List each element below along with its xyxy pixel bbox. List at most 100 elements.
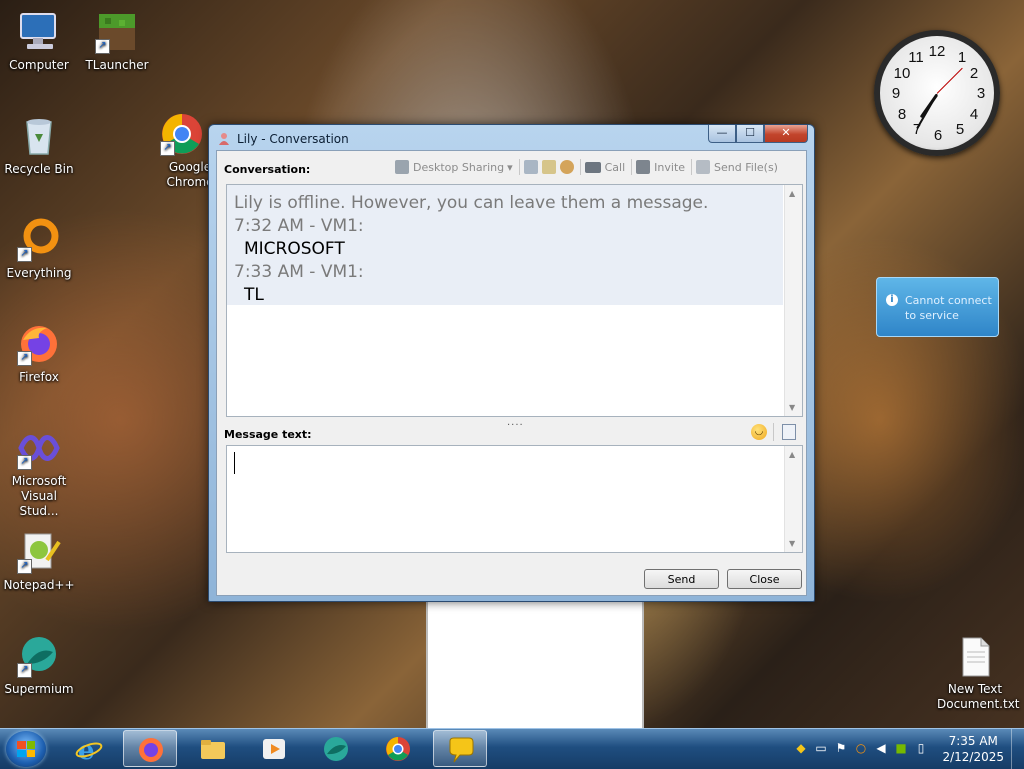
- send-button[interactable]: Send: [644, 569, 719, 589]
- system-tray: ◆ ▭ ⚑ ○ ◀ ■ ▯ 7:35 AM 2/12/2025: [784, 729, 1024, 769]
- firefox-icon: ↗: [17, 322, 61, 366]
- close-window-button[interactable]: ✕: [764, 125, 808, 143]
- clock-number: 3: [976, 85, 986, 102]
- clock-number: 11: [908, 49, 924, 66]
- scroll-down-icon[interactable]: ▼: [789, 403, 795, 412]
- conversation-history[interactable]: Lily is offline. However, you can leave …: [226, 184, 803, 417]
- desktop-icon-supermium[interactable]: ↗ Supermium: [1, 634, 77, 697]
- close-button[interactable]: Close: [727, 569, 802, 589]
- desktop-sharing-label: Desktop Sharing: [413, 160, 505, 174]
- media-player-icon: [260, 735, 288, 763]
- toolbar-separator: [631, 159, 633, 175]
- volume-icon[interactable]: ◀: [874, 741, 888, 755]
- send-files-label: Send File(s): [714, 160, 778, 174]
- message-header: 7:33 AM - VM1:: [234, 262, 364, 282]
- desktop-icon-firefox[interactable]: ↗ Firefox: [1, 322, 77, 385]
- chrome-icon: [384, 735, 412, 763]
- scroll-down-icon[interactable]: ▼: [789, 539, 795, 548]
- invite-icon: [636, 160, 651, 174]
- supermium-icon: ↗: [17, 634, 61, 678]
- nvidia-icon[interactable]: ■: [894, 741, 908, 755]
- settings-icon[interactable]: [559, 160, 574, 174]
- taskbar: e ◆ ▭ ⚑ ○ ◀ ■ ▯ 7:35 AM 2/12/2025: [0, 728, 1024, 769]
- send-files-button[interactable]: Send File(s): [696, 160, 778, 174]
- shortcut-arrow-icon: ↗: [17, 663, 32, 678]
- text-file-icon: [953, 634, 997, 678]
- maximize-button[interactable]: ☐: [736, 125, 764, 143]
- font-style-icon[interactable]: [782, 424, 796, 440]
- desktop-icon-label: Recycle Bin: [4, 162, 74, 176]
- desktop-icon-visual-studio[interactable]: ↗ Microsoft Visual Stud...: [1, 426, 77, 519]
- desktop-icon-label: Google Chrome: [166, 160, 212, 189]
- taskbar-date: 2/12/2025: [942, 750, 1004, 764]
- desktop-icon-computer[interactable]: Computer: [1, 10, 77, 73]
- shortcut-arrow-icon: ↗: [17, 559, 32, 574]
- everything-icon: ↗: [17, 218, 61, 262]
- desktop-icon-label: Microsoft Visual Stud...: [11, 474, 67, 518]
- messenger-tray-icon[interactable]: ◆: [794, 741, 808, 755]
- start-button[interactable]: [6, 731, 46, 767]
- desktop-sharing-button[interactable]: Desktop Sharing ▾: [395, 160, 513, 174]
- taskbar-time: 7:35 AM: [948, 734, 998, 748]
- send-file-icon: [696, 160, 711, 174]
- show-desktop-button[interactable]: [1011, 729, 1024, 769]
- taskbar-chrome[interactable]: [371, 730, 425, 767]
- taskbar-file-explorer[interactable]: [186, 730, 240, 767]
- taskbar-media-player[interactable]: [247, 730, 301, 767]
- taskbar-messenger[interactable]: [433, 730, 487, 767]
- scroll-up-icon[interactable]: ▲: [789, 450, 795, 459]
- message-text-label: Message text:: [224, 428, 312, 441]
- taskbar-clock[interactable]: 7:35 AM 2/12/2025: [942, 733, 1004, 765]
- contact-icon: [218, 132, 230, 146]
- clock-number: 10: [893, 65, 911, 82]
- clock-number: 6: [933, 127, 943, 144]
- clock-number: 9: [891, 85, 901, 102]
- emoticon-icon[interactable]: ◡: [751, 424, 767, 440]
- search-tray-icon[interactable]: ○: [854, 741, 868, 755]
- minimize-button[interactable]: —: [708, 125, 736, 143]
- chat-bubble-icon: [447, 736, 475, 764]
- desktop-icon-tlauncher[interactable]: ↗ TLauncher: [79, 10, 155, 73]
- desktop-icon-everything[interactable]: ↗ Everything: [1, 218, 77, 281]
- desktop-icon-notepadpp[interactable]: ↗ Notepad++: [1, 530, 77, 593]
- desktop-sharing-icon: [395, 160, 409, 174]
- message-scrollbar[interactable]: ▲ ▼: [784, 446, 802, 552]
- taskbar-supermium[interactable]: [309, 730, 363, 767]
- clock-number: 7: [912, 121, 922, 138]
- pane-splitter[interactable]: ....: [507, 417, 524, 428]
- connection-notification[interactable]: i Cannot connect to service: [876, 277, 999, 337]
- toolbar-separator: [773, 423, 774, 441]
- shortcut-arrow-icon: ↗: [17, 351, 32, 366]
- invite-label: Invite: [654, 160, 686, 174]
- toolbar-separator: [691, 159, 693, 175]
- call-button[interactable]: Call: [584, 161, 625, 174]
- desktop-icon-chrome[interactable]: ↗ Google Chrome: [152, 112, 212, 190]
- shortcut-arrow-icon: ↗: [17, 247, 32, 262]
- history-icon[interactable]: [523, 160, 538, 174]
- folder-icon: [199, 735, 227, 763]
- conversation-label: Conversation:: [224, 163, 311, 176]
- clock-number: 12: [928, 43, 946, 60]
- clock-minute-hand: [916, 93, 938, 130]
- clock-second-hand: [936, 67, 963, 94]
- action-center-flag-icon[interactable]: ⚑: [834, 741, 848, 755]
- contact-info-icon[interactable]: [541, 160, 556, 174]
- recycle-bin-icon: [17, 114, 61, 158]
- desktop-icon-recycle-bin[interactable]: Recycle Bin: [1, 114, 77, 177]
- network-icon[interactable]: ▭: [814, 741, 828, 755]
- notifications-icon[interactable]: ▯: [914, 741, 928, 755]
- chrome-icon: ↗: [160, 112, 204, 156]
- taskbar-internet-explorer[interactable]: e: [62, 730, 116, 767]
- message-input[interactable]: ▲ ▼: [226, 445, 803, 553]
- invite-button[interactable]: Invite: [636, 160, 685, 174]
- clock-gadget[interactable]: 12 1 2 3 4 5 6 7 8 9 10 11: [874, 30, 1000, 156]
- desktop-icon-label: Notepad++: [3, 578, 75, 592]
- scroll-up-icon[interactable]: ▲: [789, 189, 795, 198]
- taskbar-firefox[interactable]: [123, 730, 177, 767]
- desktop-icon-new-text-document[interactable]: New Text Document.txt: [937, 634, 1020, 712]
- message-header: 7:32 AM - VM1:: [234, 216, 364, 236]
- conversation-scrollbar[interactable]: ▲ ▼: [784, 185, 802, 416]
- window-title: Lily - Conversation: [237, 132, 349, 146]
- desktop-icon-label: Supermium: [4, 682, 74, 696]
- desktop-icon-label: New Text Document.txt: [937, 682, 1020, 711]
